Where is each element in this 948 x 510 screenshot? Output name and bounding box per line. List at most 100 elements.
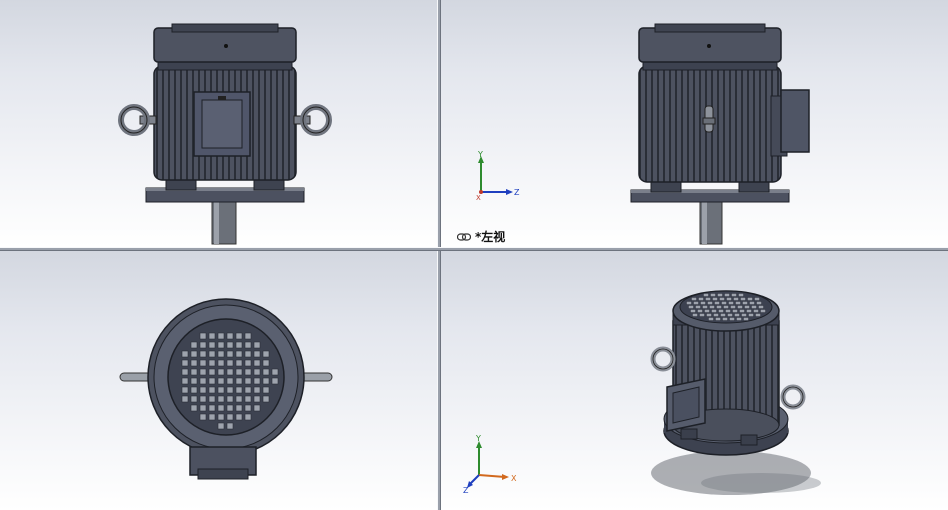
- iso-grill-hole: [753, 309, 759, 313]
- grill-hole: [190, 377, 198, 385]
- triad-y-label: Y: [477, 150, 483, 159]
- grill-hole: [181, 377, 189, 385]
- grill-hole: [226, 368, 234, 376]
- grill-hole: [262, 395, 270, 403]
- iso-grill-hole: [698, 297, 704, 301]
- grill-hole: [217, 359, 225, 367]
- grill-hole: [199, 359, 207, 367]
- iso-grill-hole: [749, 301, 755, 305]
- grill-hole: [235, 404, 243, 412]
- grill-hole: [253, 341, 261, 349]
- isometric-viewport[interactable]: Y X Z: [441, 251, 948, 510]
- triad-x-label: X: [476, 194, 481, 200]
- grill-hole: [190, 368, 198, 376]
- grill-hole: [235, 413, 243, 421]
- grill-hole: [208, 341, 216, 349]
- grill-hole: [208, 350, 216, 358]
- grill-hole: [208, 368, 216, 376]
- triad-z-label: Z: [514, 188, 520, 197]
- grill-hole: [235, 368, 243, 376]
- grill-hole: [190, 386, 198, 394]
- iso-grill-hole: [692, 313, 698, 317]
- iso-grill-hole: [744, 305, 750, 309]
- iso-grill-hole: [760, 309, 766, 313]
- front-viewport[interactable]: [0, 0, 437, 247]
- iso-grill-hole: [736, 317, 742, 321]
- grill-hole: [244, 332, 252, 340]
- left-viewport[interactable]: Y Z X *左视: [441, 0, 948, 247]
- grill-hole: [226, 386, 234, 394]
- grill-hole: [235, 377, 243, 385]
- grill-hole: [190, 350, 198, 358]
- viewport-divider-vertical[interactable]: [437, 0, 441, 510]
- grill-hole: [208, 377, 216, 385]
- iso-grill-hole: [726, 297, 732, 301]
- iso-grill-hole: [708, 317, 714, 321]
- iso-grill-hole: [741, 313, 747, 317]
- axis-triad-bottom-right: Y X Z: [463, 434, 517, 493]
- grill-hole: [199, 341, 207, 349]
- grill-hole: [217, 377, 225, 385]
- iso-grill-hole: [740, 297, 746, 301]
- grill-hole: [253, 359, 261, 367]
- grill-hole: [208, 359, 216, 367]
- grill-hole: [244, 341, 252, 349]
- iso-grill-hole: [705, 297, 711, 301]
- iso-grill-hole: [756, 301, 762, 305]
- grill-hole: [217, 413, 225, 421]
- grill-hole: [235, 359, 243, 367]
- grill-hole: [244, 395, 252, 403]
- iso-grill-hole: [737, 305, 743, 309]
- iso-grill-hole: [711, 309, 717, 313]
- grill-hole: [199, 404, 207, 412]
- iso-grill-hole: [690, 309, 696, 313]
- iso-grill-hole: [751, 305, 757, 309]
- grill-hole: [253, 368, 261, 376]
- grill-hole: [235, 341, 243, 349]
- iso-grill-hole: [755, 313, 761, 317]
- grill-hole: [217, 404, 225, 412]
- grill-hole: [181, 368, 189, 376]
- grill-hole: [271, 368, 279, 376]
- grill-hole: [199, 395, 207, 403]
- grill-hole: [208, 413, 216, 421]
- iso-grill-hole: [729, 317, 735, 321]
- iso-grill-hole: [727, 313, 733, 317]
- link-icon[interactable]: [457, 232, 471, 241]
- grill-hole: [262, 350, 270, 358]
- grill-hole: [190, 404, 198, 412]
- grill-hole: [244, 350, 252, 358]
- iso-grill-hole: [731, 293, 737, 297]
- top-viewport[interactable]: [0, 251, 437, 510]
- grill-hole: [208, 332, 216, 340]
- grill-hole: [199, 377, 207, 385]
- grill-hole: [244, 386, 252, 394]
- iso-grill-hole: [734, 313, 740, 317]
- grill-hole: [235, 332, 243, 340]
- triad-x-label: X: [511, 474, 517, 483]
- iso-grill-hole: [743, 317, 749, 321]
- iso-grill-hole: [707, 301, 713, 305]
- iso-grill-hole: [712, 297, 718, 301]
- iso-grill-hole: [725, 309, 731, 313]
- grill-hole: [226, 359, 234, 367]
- iso-grill-hole: [754, 297, 760, 301]
- top-view-motor: [119, 298, 333, 480]
- iso-grill-hole: [747, 297, 753, 301]
- iso-grill-hole: [695, 305, 701, 309]
- grill-hole: [253, 350, 261, 358]
- iso-grill-hole: [688, 305, 694, 309]
- left-view-motor: [630, 23, 810, 245]
- iso-grill-hole: [709, 305, 715, 309]
- grill-hole: [253, 386, 261, 394]
- grill-hole: [226, 341, 234, 349]
- grill-hole: [217, 350, 225, 358]
- iso-grill-hole: [693, 301, 699, 305]
- grill-hole: [262, 377, 270, 385]
- viewport-divider-horizontal[interactable]: [0, 247, 948, 251]
- grill-hole: [235, 395, 243, 403]
- iso-grill-hole: [703, 293, 709, 297]
- iso-grill-hole: [723, 305, 729, 309]
- grill-hole: [190, 395, 198, 403]
- iso-grill-hole: [691, 297, 697, 301]
